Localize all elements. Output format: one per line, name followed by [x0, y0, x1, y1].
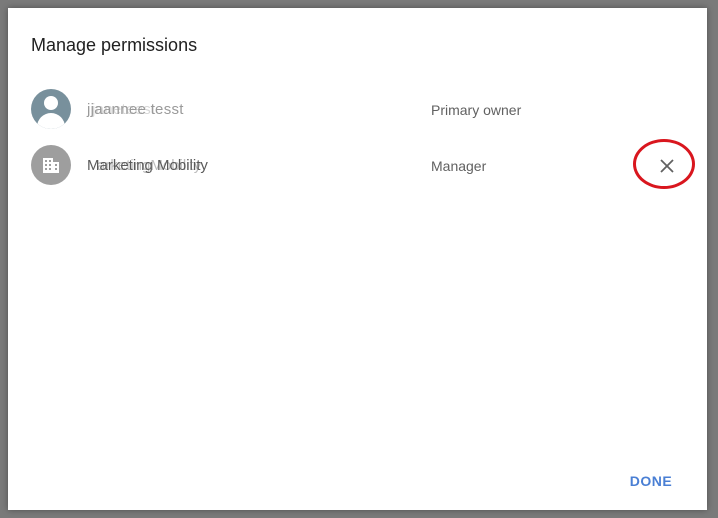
person-avatar-icon	[31, 89, 71, 129]
dialog-title: Manage permissions	[31, 35, 198, 55]
domain-avatar-icon	[31, 145, 71, 185]
permission-row-manager: arketingMobility Marketing Mobility Mana…	[8, 137, 707, 193]
manage-permissions-dialog: Manage permissions janeteest jjaannee te…	[8, 8, 707, 510]
group-name: Marketing Mobility	[87, 157, 208, 174]
remove-permission-button[interactable]	[653, 152, 681, 180]
role-label: Manager	[431, 158, 487, 174]
close-icon	[660, 159, 674, 173]
role-label: Primary owner	[431, 102, 522, 118]
user-name: jjaannee tesst	[87, 101, 184, 118]
permission-row-primary-owner: janeteest jjaannee tesst Primary owner	[8, 81, 707, 137]
done-button[interactable]: DONE	[624, 463, 678, 499]
